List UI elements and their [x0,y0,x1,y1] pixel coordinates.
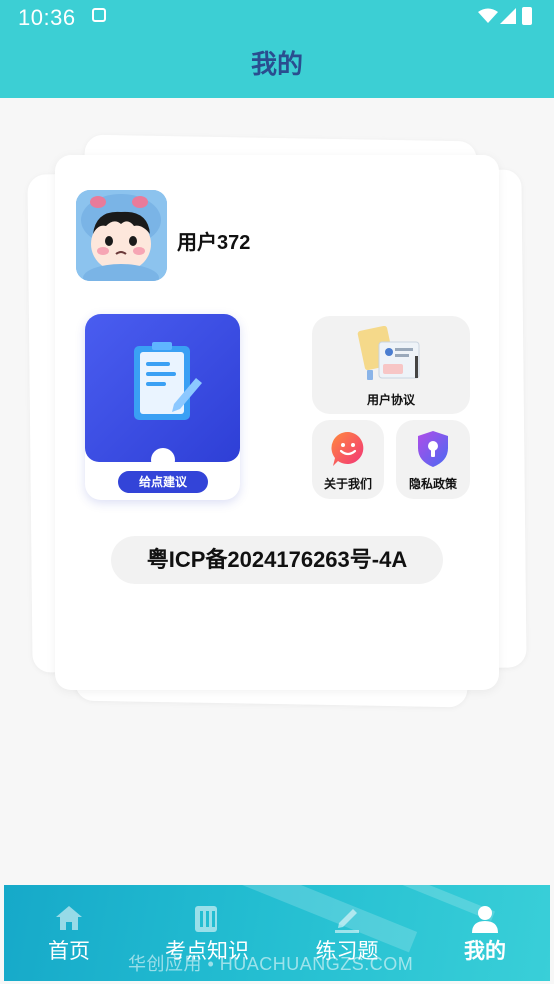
tab-home[interactable]: 首页 [29,885,109,981]
notebook-icon [195,906,217,932]
document-icon [357,326,420,380]
status-icons [478,6,538,26]
pen-icon [335,909,359,933]
feedback-card[interactable]: 给点建议 [85,314,240,500]
watermark: 华创应用 • HUACHUANGZS.COM [128,954,414,974]
tab-home-label: 首页 [48,940,90,963]
header-bar: 10:36 我的 [0,0,554,98]
tab-mine-label: 我的 [464,940,506,963]
about-us-tile[interactable]: 关于我们 [312,420,384,499]
user-agreement-label: 用户协议 [366,393,415,407]
battery-icon [522,7,532,25]
user-icon [472,906,498,933]
username: 用户372 [177,232,251,254]
avatar-illustration [76,190,167,281]
avatar[interactable] [76,190,167,281]
tab-mine[interactable]: 我的 [444,885,526,981]
notification-icon [92,8,106,22]
signal-icon [500,8,516,24]
feedback-banner [85,314,240,462]
status-bar: 10:36 [0,0,554,34]
home-icon [56,906,82,930]
feedback-notch [151,448,175,472]
status-time: 10:36 [18,5,76,30]
feedback-button[interactable]: 给点建议 [118,471,208,493]
page-title: 我的 [250,49,303,79]
shield-lock-icon [418,431,448,467]
privacy-policy-label: 隐私政策 [408,477,457,491]
user-agreement-tile[interactable]: 用户协议 [312,316,470,414]
smile-chat-icon [331,431,364,466]
about-us-label: 关于我们 [323,477,372,491]
clipboard-icon [134,342,202,420]
icp-record: 粤ICP备2024176263号-4A [111,536,443,584]
wifi-icon [478,8,498,23]
privacy-policy-tile[interactable]: 隐私政策 [396,420,470,499]
